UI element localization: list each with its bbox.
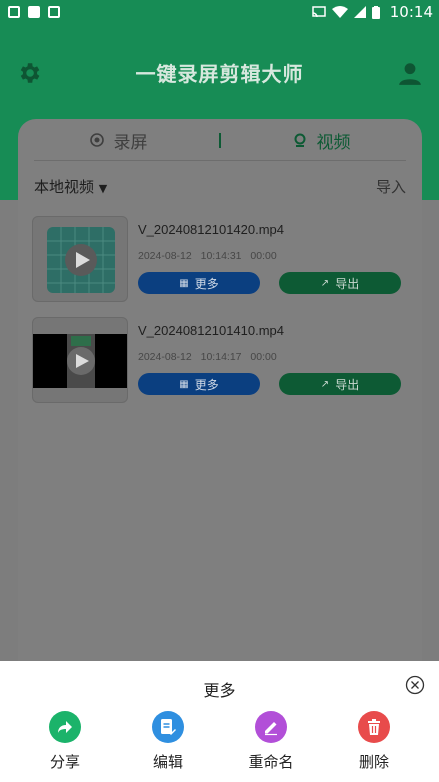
tab-underline xyxy=(34,160,406,161)
status-bar: 10:14 xyxy=(0,0,439,24)
more-button[interactable]: ▦ 更多 xyxy=(138,373,260,395)
video-date: 2024-08-12 10:14:17 xyxy=(138,351,242,363)
export-button[interactable]: ↗ 导出 xyxy=(279,373,401,395)
battery-icon xyxy=(371,5,380,19)
close-icon[interactable] xyxy=(405,675,425,695)
more-button-label: 更多 xyxy=(194,276,219,291)
tab-record[interactable]: 录屏 xyxy=(18,128,219,153)
tab-video[interactable]: 视频 xyxy=(221,128,422,153)
more-button[interactable]: ▦ 更多 xyxy=(138,272,260,294)
pencil-icon xyxy=(255,711,287,743)
video-duration: 00:00 xyxy=(250,250,277,262)
tab-video-label: 视频 xyxy=(316,132,351,153)
video-thumbnail[interactable] xyxy=(32,216,128,302)
delete-label: 删除 xyxy=(358,753,389,771)
signal-icon xyxy=(353,6,366,18)
export-icon: ↗ xyxy=(320,378,330,390)
cast-icon xyxy=(312,6,326,18)
main-card: 录屏 视频 本地视频 ▼ 导入 V_20240812101420.mp4 202… xyxy=(18,119,422,679)
tab-bar: 录屏 视频 xyxy=(18,119,422,161)
more-button-label: 更多 xyxy=(194,377,219,392)
video-item[interactable]: V_20240812101420.mp4 2024-08-12 10:14:31… xyxy=(32,216,412,304)
video-filename: V_20240812101420.mp4 xyxy=(138,222,285,237)
video-meta: 2024-08-12 10:14:17 00:00 xyxy=(138,351,277,363)
local-video-label: 本地视频 xyxy=(34,178,95,196)
edit-action[interactable]: 编辑 xyxy=(133,711,203,772)
export-button[interactable]: ↗ 导出 xyxy=(279,272,401,294)
video-duration: 00:00 xyxy=(250,351,277,363)
edit-doc-icon xyxy=(152,711,184,743)
sheet-title: 更多 xyxy=(203,681,236,700)
local-video-dropdown[interactable]: 本地视频 ▼ xyxy=(34,176,107,197)
share-icon xyxy=(49,711,81,743)
rename-action[interactable]: 重命名 xyxy=(236,711,306,772)
export-button-label: 导出 xyxy=(335,377,360,392)
wifi-icon xyxy=(331,6,348,18)
trash-icon xyxy=(358,711,390,743)
app-title: 一键录屏剪辑大师 xyxy=(135,62,304,86)
clock: 10:14 xyxy=(389,3,433,21)
tab-record-label: 录屏 xyxy=(113,132,148,153)
share-label: 分享 xyxy=(49,753,80,771)
a-icon xyxy=(48,6,60,18)
more-bottom-sheet: 更多 分享 编辑 重命名 删除 xyxy=(0,661,439,782)
export-button-label: 导出 xyxy=(335,276,360,291)
caret-down-icon: ▼ xyxy=(98,182,108,195)
video-meta: 2024-08-12 10:14:31 00:00 xyxy=(138,250,277,262)
square-icon xyxy=(28,6,40,18)
import-button[interactable]: 导入 xyxy=(376,176,406,197)
record-icon xyxy=(89,133,104,147)
share-action[interactable]: 分享 xyxy=(30,711,100,772)
location-icon xyxy=(294,133,305,147)
export-icon: ↗ xyxy=(320,277,330,289)
video-item[interactable]: V_20240812101410.mp4 2024-08-12 10:14:17… xyxy=(32,317,412,405)
user-icon[interactable] xyxy=(397,60,423,86)
grid-icon: ▦ xyxy=(179,277,189,289)
video-thumbnail[interactable] xyxy=(32,317,128,403)
video-filename: V_20240812101410.mp4 xyxy=(138,323,285,338)
gallery-icon xyxy=(8,6,20,18)
video-date: 2024-08-12 10:14:31 xyxy=(138,250,242,262)
grid-icon: ▦ xyxy=(179,378,189,390)
thumbnail-image xyxy=(47,227,115,293)
delete-action[interactable]: 删除 xyxy=(339,711,409,772)
rename-label: 重命名 xyxy=(248,753,294,771)
edit-label: 编辑 xyxy=(152,753,183,771)
thumbnail-image xyxy=(33,334,127,388)
